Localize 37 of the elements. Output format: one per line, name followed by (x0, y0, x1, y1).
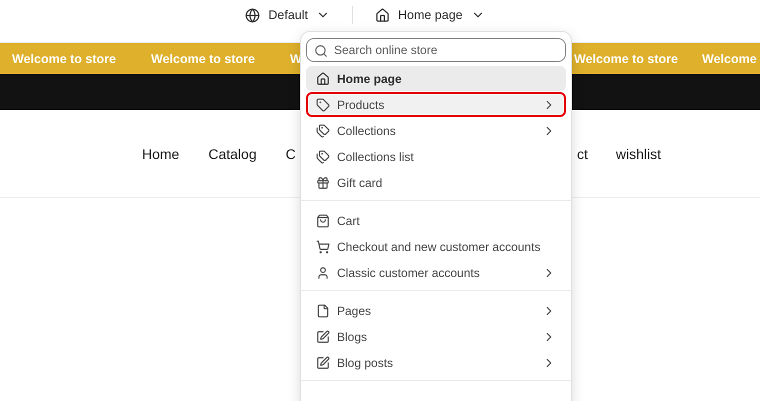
tag-icon (316, 98, 330, 112)
menu-item[interactable]: Blog posts (306, 350, 566, 375)
menu-item[interactable]: Classic customer accounts (306, 260, 566, 285)
search-field[interactable]: Search online store (306, 38, 566, 62)
menu-item[interactable]: Collections (306, 118, 566, 143)
page-selector[interactable]: Home page (370, 8, 489, 22)
menu-item[interactable]: Gift card (306, 170, 566, 195)
announcement-text: Welcome to store (574, 52, 679, 66)
search-icon (314, 44, 328, 58)
nav-link[interactable]: Catalog (208, 146, 257, 162)
menu-item[interactable]: Blogs (306, 324, 566, 349)
nav-link[interactable]: wishlist (616, 146, 662, 162)
bag-icon (316, 214, 330, 228)
nav-link[interactable]: ct (577, 146, 588, 162)
announcement-text: Welcome to store (151, 52, 256, 66)
cart-icon (316, 240, 330, 254)
menu-item[interactable]: Collections list (306, 144, 566, 169)
page-icon (316, 304, 330, 318)
user-icon (316, 266, 330, 280)
nav-link[interactable]: Home (142, 146, 180, 162)
gift-icon (316, 176, 330, 190)
theme-selector[interactable]: Default (241, 8, 334, 22)
announcement-text: Welcome to store (12, 52, 117, 66)
tags-icon (316, 124, 330, 138)
menu-item[interactable]: Cart (306, 208, 566, 233)
edit-icon (316, 356, 330, 370)
menu-item[interactable]: Home page (306, 66, 566, 91)
announcement-text: Welcome (702, 52, 757, 66)
tags-icon (316, 150, 330, 164)
menu-item[interactable]: Products (306, 92, 566, 117)
nav-link[interactable]: C (286, 146, 296, 162)
house-icon (316, 72, 330, 86)
menu-item[interactable]: Pages (306, 298, 566, 323)
menu-item[interactable]: Checkout and new customer accounts (306, 234, 566, 259)
house-icon (374, 8, 390, 22)
edit-icon (316, 330, 330, 344)
globe-icon (245, 8, 260, 22)
